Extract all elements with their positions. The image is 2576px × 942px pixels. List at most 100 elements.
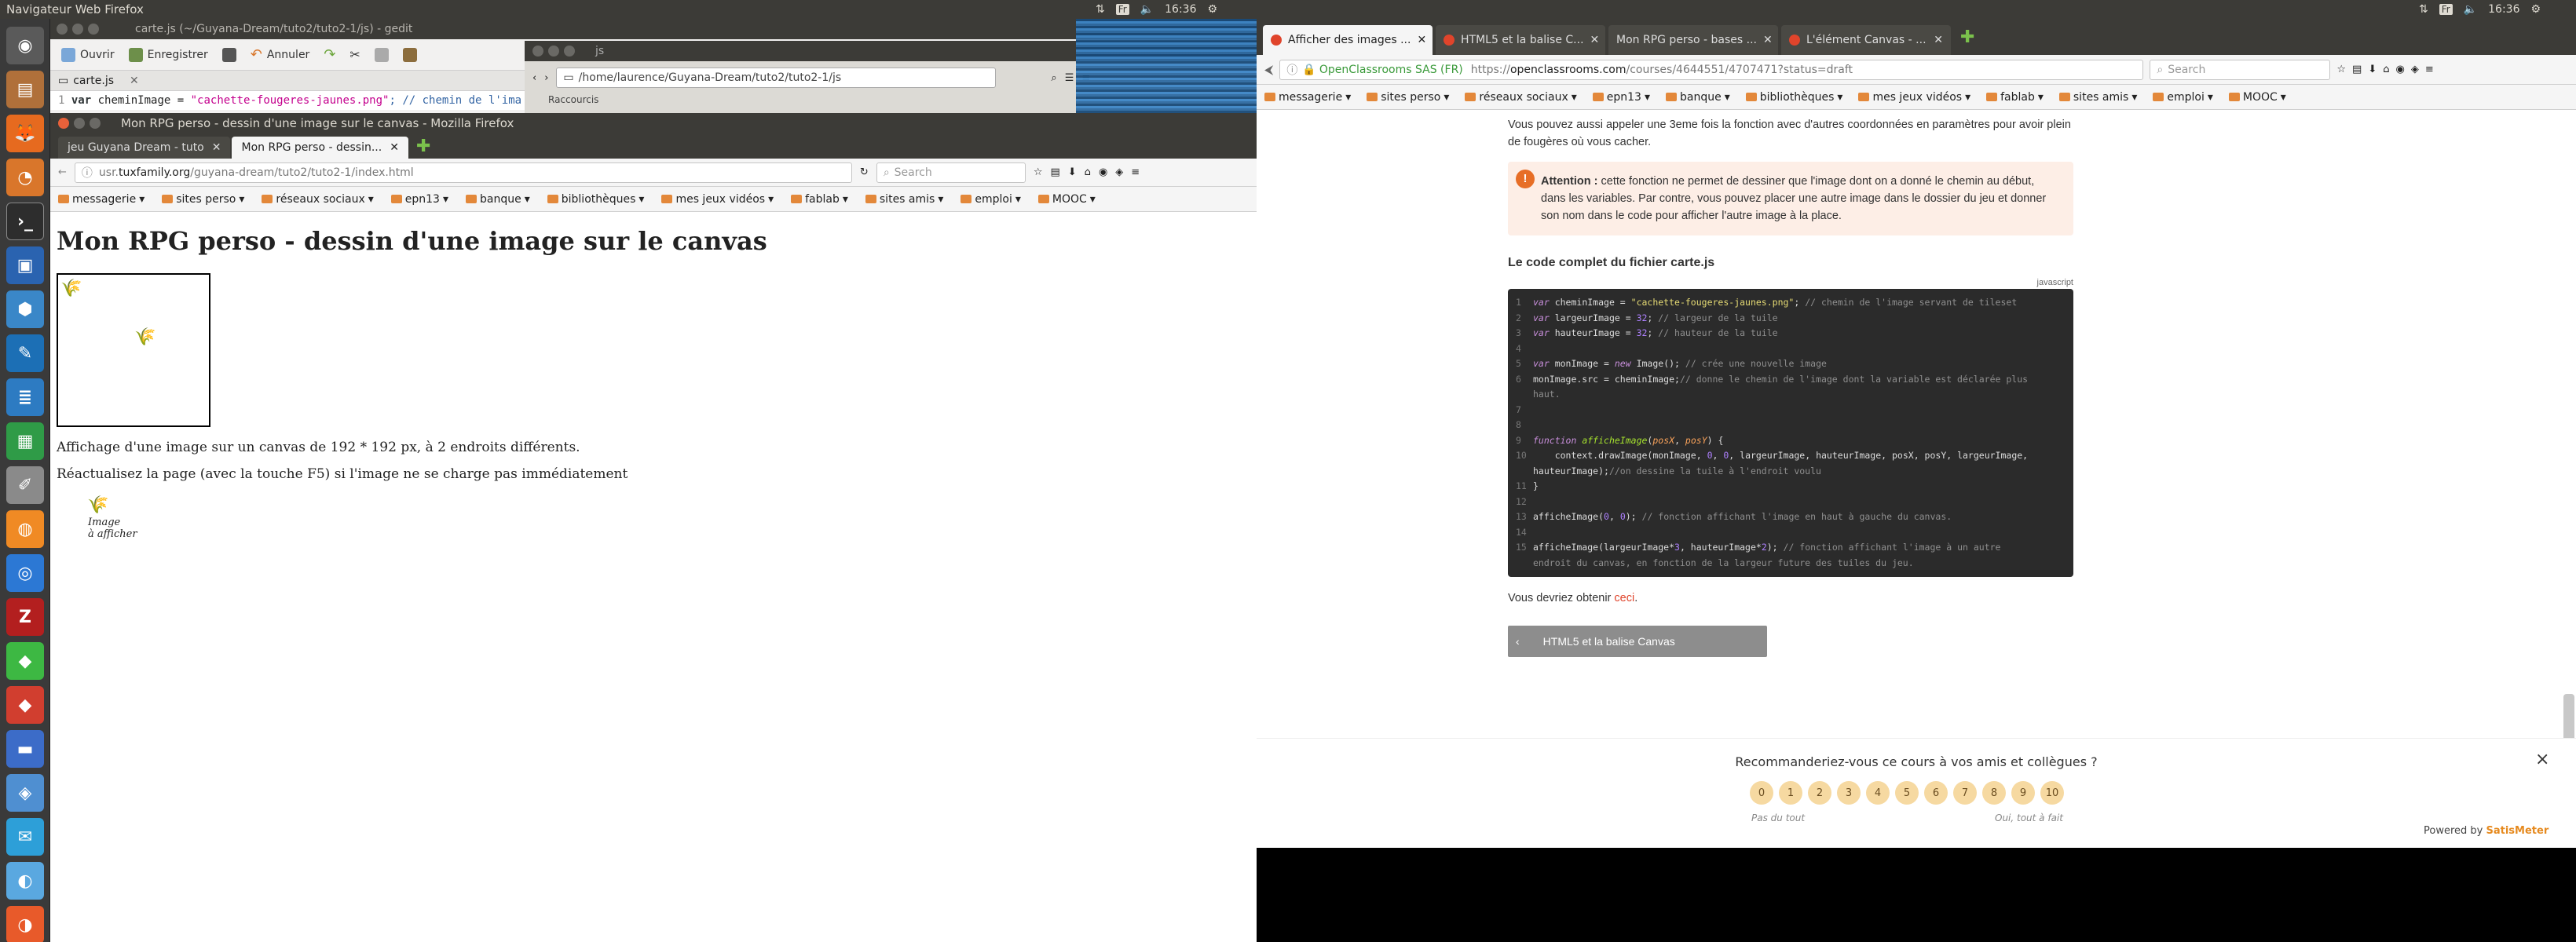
copy-button[interactable] (374, 47, 389, 62)
app-icon[interactable]: ◑ (6, 906, 44, 942)
settings-icon[interactable]: ⚙ (2531, 3, 2541, 16)
list-view-icon[interactable]: ☰ (1065, 72, 1074, 84)
previous-chapter-button[interactable]: ‹ HTML5 et la balise Canvas (1508, 626, 1767, 657)
writer-icon[interactable]: ≣ (6, 378, 44, 416)
text-editor-icon[interactable]: ✐ (6, 466, 44, 504)
back-icon[interactable]: ⮜ (1264, 62, 1273, 78)
network-icon[interactable]: ⇅ (2419, 3, 2428, 16)
bookmark-folder[interactable]: MOOC ▾ (1037, 193, 1096, 206)
clock[interactable]: 16:36 (1165, 3, 1196, 16)
bookmark-folder[interactable]: réseaux sociaux ▾ (262, 193, 374, 206)
keyboard-layout[interactable]: Fr (1115, 4, 1129, 15)
close-tab-icon[interactable]: ✕ (130, 75, 139, 87)
virtualbox-icon[interactable]: ▣ (6, 246, 44, 284)
back-icon[interactable]: ‹ (532, 72, 536, 84)
search-input[interactable]: ⌕ Search (2150, 59, 2331, 80)
close-tab-icon[interactable]: ✕ (212, 141, 221, 154)
bookmark-folder[interactable]: banque ▾ (1666, 91, 1730, 104)
settings-icon[interactable]: ⚙ (1208, 3, 1218, 16)
close-tab-icon[interactable]: ✕ (390, 141, 399, 154)
tab-rpg-bases[interactable]: Mon RPG perso - bases ... ✕ (1608, 25, 1778, 55)
bookmark-folder[interactable]: bibliothèques ▾ (547, 193, 644, 206)
score-button[interactable]: 10 (2040, 781, 2064, 805)
bookmark-folder[interactable]: sites perso ▾ (1367, 91, 1449, 104)
satismeter-logo[interactable]: SatisMeter (2486, 825, 2549, 837)
close-tab-icon[interactable]: ✕ (1763, 34, 1773, 46)
blender-icon[interactable]: ◔ (6, 159, 44, 196)
bookmark-folder[interactable]: sites amis ▾ (865, 193, 943, 206)
bookmark-folder[interactable]: sites amis ▾ (2058, 91, 2137, 104)
tab-guyana-dream[interactable]: jeu Guyana Dream - tuto ✕ (58, 137, 231, 159)
forward-icon[interactable]: › (544, 72, 548, 84)
score-button[interactable]: 4 (1866, 781, 1890, 805)
panel-indicators[interactable]: ⇅ Fr 🔈 16:36 ⚙ (1096, 3, 1217, 16)
close-tab-icon[interactable]: ✕ (1417, 34, 1426, 46)
clock[interactable]: 16:36 (2488, 3, 2519, 16)
bookmark-folder[interactable]: bibliothèques ▾ (1745, 91, 1842, 104)
tab-afficher-images[interactable]: Afficher des images ... ✕ (1263, 25, 1433, 55)
path-bar[interactable]: ▭/home/laurence/Guyana-Dream/tuto2/tuto2… (556, 68, 997, 88)
score-button[interactable]: 1 (1779, 781, 1802, 805)
close-icon[interactable] (57, 24, 68, 35)
volume-icon[interactable]: 🔈 (2464, 3, 2477, 16)
score-button[interactable]: 3 (1837, 781, 1861, 805)
close-tab-icon[interactable]: ✕ (1590, 34, 1600, 46)
app-icon[interactable]: ◆ (6, 642, 44, 680)
chat-icon[interactable]: ◉ (2396, 64, 2405, 75)
score-button[interactable]: 9 (2011, 781, 2035, 805)
save-button[interactable]: Enregistrer (128, 47, 208, 62)
score-button[interactable]: 8 (1982, 781, 2006, 805)
url-bar[interactable]: ⓘ usr. tuxfamily.org/guyana-dream/tuto2/t… (74, 162, 852, 183)
open-button[interactable]: Ouvrir (61, 47, 115, 62)
bookmark-folder[interactable]: emploi ▾ (961, 193, 1021, 206)
files-icon[interactable]: ▤ (6, 71, 44, 108)
info-icon[interactable]: ⓘ (1286, 62, 1297, 78)
minimize-icon[interactable] (74, 118, 85, 129)
bookmark-folder[interactable]: mes jeux vidéos ▾ (1858, 91, 1970, 104)
keyboard-layout[interactable]: Fr (2439, 4, 2453, 15)
paste-button[interactable] (402, 47, 417, 62)
download-icon[interactable]: ⬇ (2368, 64, 2377, 75)
maximize-icon[interactable] (88, 24, 99, 35)
app-icon[interactable]: ✉ (6, 818, 44, 856)
search-input[interactable]: ⌕ Search (876, 162, 1026, 183)
result-link[interactable]: ceci (1614, 592, 1634, 604)
tab-rpg-dessin[interactable]: Mon RPG perso - dessin... ✕ (232, 137, 408, 159)
maximize-icon[interactable] (90, 118, 101, 129)
home-icon[interactable]: ⌂ (2383, 64, 2389, 75)
chromium-icon[interactable]: ◎ (6, 554, 44, 592)
bookmark-folder[interactable]: mes jeux vidéos ▾ (661, 193, 774, 206)
app-icon[interactable]: ⬢ (6, 290, 44, 328)
close-icon[interactable] (58, 118, 69, 129)
score-button[interactable]: 0 (1750, 781, 1773, 805)
pocket-icon[interactable]: ◈ (2411, 64, 2419, 75)
reading-list-icon[interactable]: ▤ (2352, 64, 2362, 75)
bookmark-star-icon[interactable]: ☆ (2336, 64, 2346, 75)
app-icon[interactable]: ◍ (6, 510, 44, 548)
back-icon[interactable]: ← (58, 166, 67, 178)
home-icon[interactable]: ⌂ (1085, 166, 1091, 178)
app-icon[interactable]: ▬ (6, 730, 44, 768)
tab-element-canvas[interactable]: L'élément Canvas - ... ✕ (1781, 25, 1951, 55)
print-button[interactable] (221, 47, 236, 62)
score-button[interactable]: 7 (1953, 781, 1977, 805)
bookmark-folder[interactable]: banque ▾ (466, 193, 530, 206)
menu-icon[interactable]: ≡ (2425, 64, 2434, 75)
minimize-icon[interactable] (72, 24, 83, 35)
reload-icon[interactable]: ↻ (860, 166, 869, 178)
menu-icon[interactable]: ≡ (1131, 166, 1140, 178)
cut-button[interactable]: ✂ (349, 47, 360, 62)
pocket-icon[interactable]: ◈ (1115, 166, 1123, 178)
bookmark-folder[interactable]: messagerie ▾ (58, 193, 145, 206)
app-icon[interactable]: ◆ (6, 686, 44, 724)
bookmark-folder[interactable]: réseaux sociaux ▾ (1465, 91, 1577, 104)
score-button[interactable]: 2 (1808, 781, 1831, 805)
firefox-icon[interactable]: 🦊 (6, 115, 44, 152)
score-button[interactable]: 6 (1924, 781, 1948, 805)
inkscape-icon[interactable]: ✎ (6, 334, 44, 372)
app-icon[interactable]: ◐ (6, 862, 44, 900)
close-icon[interactable]: × (2535, 750, 2549, 769)
download-icon[interactable]: ⬇ (1068, 166, 1077, 178)
dash-icon[interactable]: ◉ (6, 27, 44, 64)
minimize-icon[interactable] (548, 46, 559, 57)
